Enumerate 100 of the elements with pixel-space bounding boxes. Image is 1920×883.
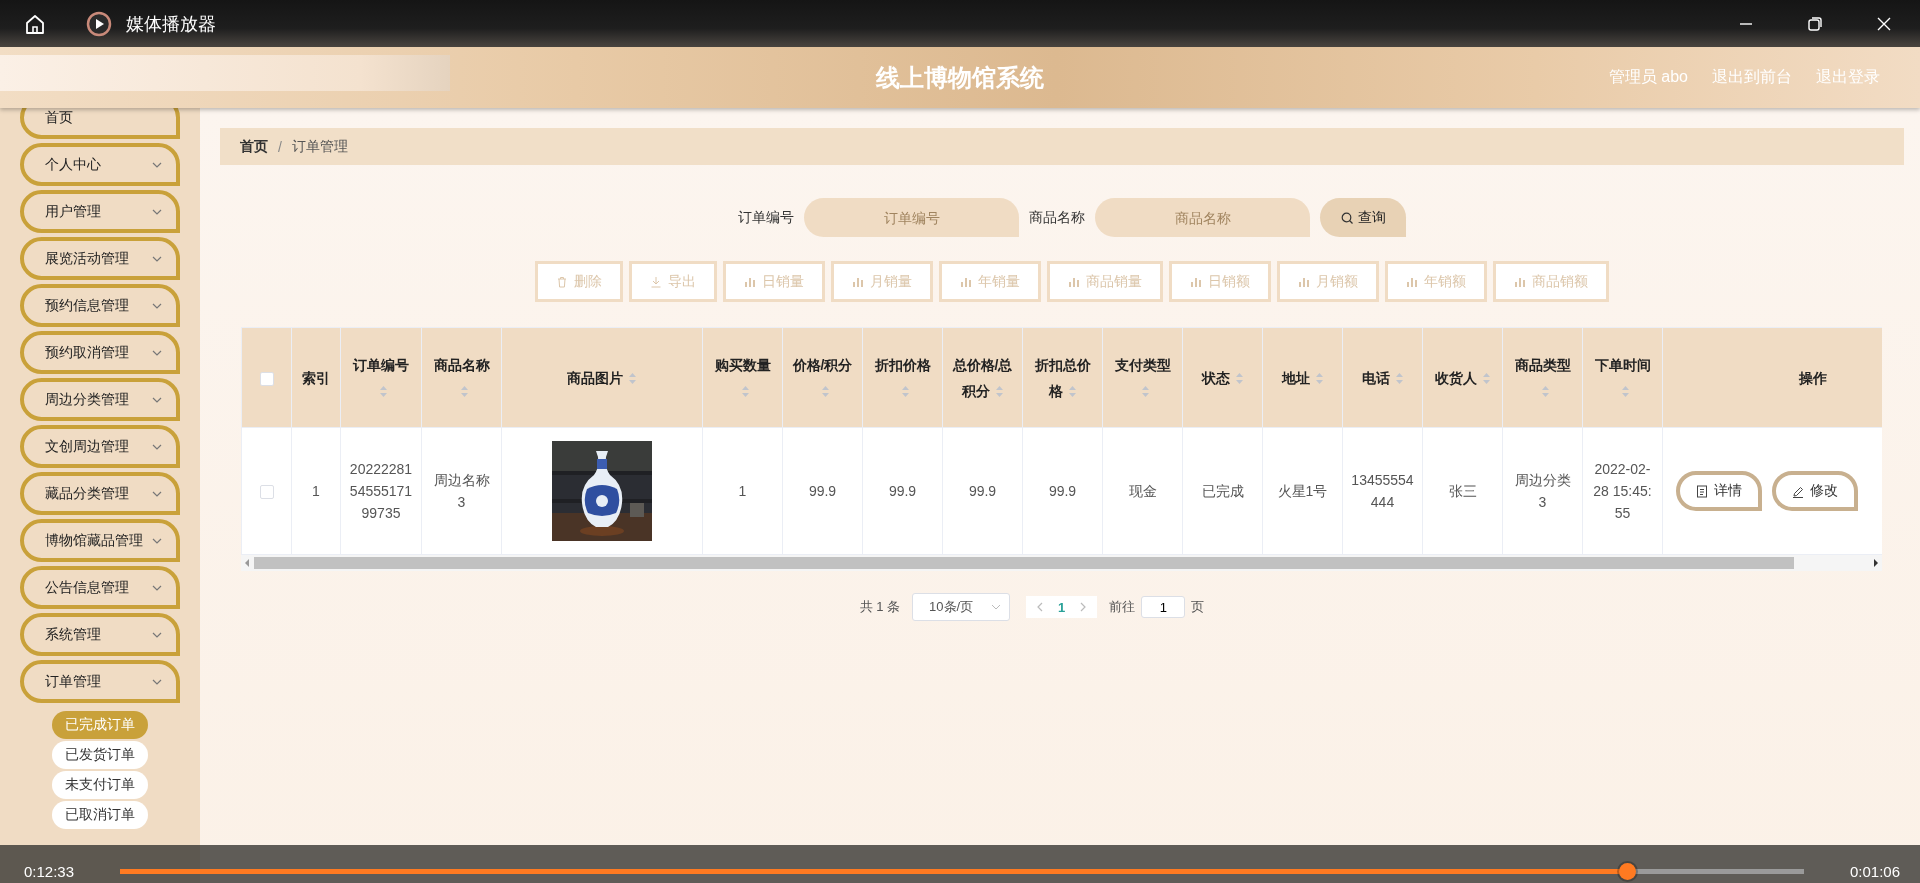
table-cell: 99.9 xyxy=(1048,483,1077,499)
search-icon xyxy=(1340,211,1353,224)
sort-icon[interactable] xyxy=(1540,385,1550,399)
table-cell: 周边分类3 xyxy=(1514,472,1571,510)
scroll-right-icon[interactable] xyxy=(1873,559,1879,567)
bar-chart-icon xyxy=(1406,275,1418,288)
chevron-icon xyxy=(152,302,162,309)
sort-icon[interactable] xyxy=(459,385,469,399)
sort-icon[interactable] xyxy=(1620,385,1630,399)
sort-icon[interactable] xyxy=(379,385,388,399)
sort-icon[interactable] xyxy=(1314,372,1324,386)
sort-icon[interactable] xyxy=(1234,372,1244,386)
search-field[interactable]: 商品名称 xyxy=(1095,198,1310,237)
bar-chart-icon xyxy=(744,275,756,288)
menu-item[interactable]: 用户管理 xyxy=(20,190,180,233)
window-title: 媒体播放器 xyxy=(126,12,216,36)
menu-item[interactable]: 公告信息管理 xyxy=(20,566,180,609)
sort-icon[interactable] xyxy=(820,385,830,399)
table-cell: 202222815455517199735 xyxy=(349,461,413,521)
scroll-left-icon[interactable] xyxy=(244,559,250,567)
search-field[interactable]: 订单编号 xyxy=(804,198,1019,237)
field-label: 商品名称 xyxy=(1029,208,1085,227)
table-cell: 1 xyxy=(738,483,747,499)
menu-item[interactable]: 周边分类管理 xyxy=(20,378,180,421)
home-icon[interactable] xyxy=(24,12,46,35)
chevron-icon xyxy=(152,490,162,497)
trash-icon xyxy=(556,275,568,288)
table-cell: 周边名称3 xyxy=(433,472,490,510)
page-size-select[interactable]: 10条/页 xyxy=(912,593,1011,621)
sort-icon[interactable] xyxy=(900,385,910,399)
bar-chart-icon xyxy=(1190,275,1202,288)
table-cell: 99.9 xyxy=(808,483,837,499)
menu-item[interactable]: 首页 xyxy=(20,108,180,139)
chevron-icon xyxy=(152,678,162,685)
breadcrumb-item: 订单管理 xyxy=(291,137,348,156)
sort-icon[interactable] xyxy=(1394,372,1404,386)
user-label: 管理员 abo xyxy=(1608,67,1688,87)
submenu-item[interactable]: 未支付订单 xyxy=(52,771,148,799)
previous-page-icon[interactable] xyxy=(1036,602,1045,612)
action-button[interactable]: 详情 xyxy=(1676,471,1762,511)
submenu-item[interactable]: 已发货订单 xyxy=(52,741,148,769)
chevron-icon xyxy=(152,161,162,168)
elapsed-time: 0:12:33 xyxy=(24,861,75,880)
chevron-icon xyxy=(152,443,162,450)
table-cell: 火星1号 xyxy=(1277,483,1328,499)
menu-item[interactable]: 系统管理 xyxy=(20,613,180,656)
menu-item[interactable]: 预约信息管理 xyxy=(20,284,180,327)
menu-item[interactable]: 藏品分类管理 xyxy=(20,472,180,515)
menu-item[interactable]: 个人中心 xyxy=(20,143,180,186)
table-cell: 2022-02-28 15:45:55 xyxy=(1593,461,1652,521)
menu-item[interactable]: 订单管理 xyxy=(20,660,180,703)
field-label: 订单编号 xyxy=(738,208,794,227)
chevron-icon xyxy=(152,349,162,356)
column-header: 索引 xyxy=(301,368,331,388)
restore-icon[interactable] xyxy=(1807,15,1823,32)
chevron-icon xyxy=(152,255,162,262)
sort-icon[interactable] xyxy=(628,372,637,386)
sort-icon[interactable] xyxy=(994,385,1004,399)
download-icon xyxy=(650,275,662,288)
submenu-item[interactable]: 已取消订单 xyxy=(52,801,148,829)
next-page-icon[interactable] xyxy=(1079,602,1088,612)
sort-icon[interactable] xyxy=(1481,372,1491,386)
page-input[interactable]: 1 xyxy=(1141,596,1186,618)
chevron-icon xyxy=(152,631,162,638)
search-button[interactable]: 查询 xyxy=(1320,198,1406,237)
horizontal-scrollbar[interactable] xyxy=(241,555,1882,571)
total-count: 共 1 条 xyxy=(859,598,901,616)
page-label: 页 xyxy=(1191,598,1205,616)
menu-item[interactable]: 展览活动管理 xyxy=(20,237,180,280)
table-cell: 99.9 xyxy=(968,483,997,499)
scrollbar-thumb[interactable] xyxy=(254,557,1794,569)
table-cell: 已完成 xyxy=(1201,483,1244,499)
table-cell: 99.9 xyxy=(888,483,917,499)
close-icon[interactable] xyxy=(1876,15,1892,32)
play-icon xyxy=(86,10,112,37)
table-cell: 13455554444 xyxy=(1351,472,1414,510)
checkbox[interactable] xyxy=(259,371,274,386)
chevron-icon xyxy=(152,396,162,403)
sort-icon[interactable] xyxy=(740,385,750,399)
sort-icon[interactable] xyxy=(1140,385,1150,399)
action-button[interactable]: 修改 xyxy=(1772,471,1858,511)
checkbox[interactable] xyxy=(259,485,274,500)
breadcrumb-item[interactable]: 首页 xyxy=(240,137,268,156)
chevron-icon xyxy=(152,537,162,544)
goto-label: 前往 xyxy=(1109,598,1136,616)
menu-item[interactable]: 博物馆藏品管理 xyxy=(20,519,180,562)
document-icon xyxy=(1696,484,1708,498)
seek-handle[interactable] xyxy=(1619,862,1637,880)
menu-item[interactable]: 文创周边管理 xyxy=(20,425,180,468)
chevron-icon xyxy=(152,208,162,215)
table-cell: 张三 xyxy=(1448,483,1477,499)
chevron-icon xyxy=(991,604,1002,610)
remaining-time: 0:01:06 xyxy=(1849,861,1900,880)
sort-icon[interactable] xyxy=(1067,385,1077,399)
chevron-icon xyxy=(152,584,162,591)
menu-item[interactable]: 预约取消管理 xyxy=(20,331,180,374)
table-cell: 现金 xyxy=(1128,483,1157,499)
bar-chart-icon xyxy=(1068,275,1080,288)
bar-chart-icon xyxy=(1514,275,1526,288)
site-title: 线上博物馆系统 xyxy=(876,62,1044,93)
